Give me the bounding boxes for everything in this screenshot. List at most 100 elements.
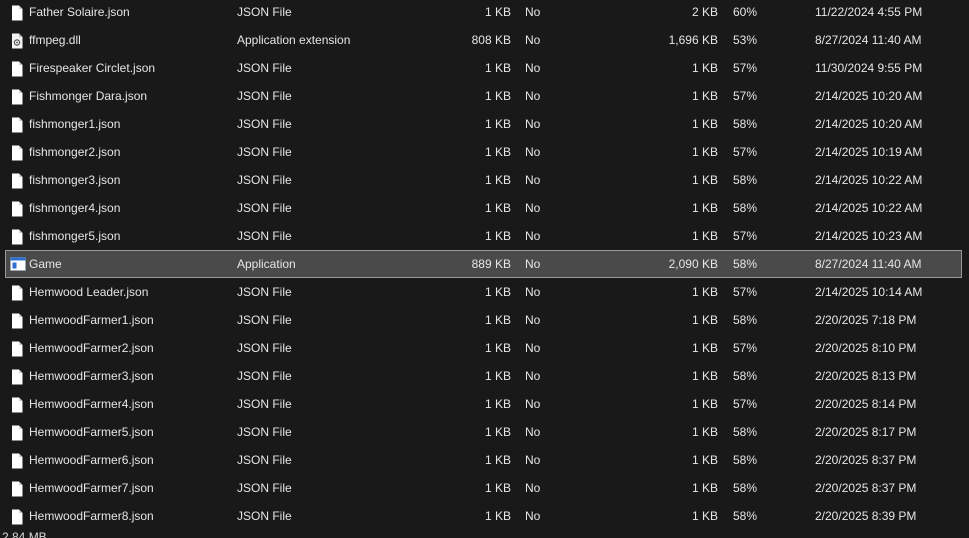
file-type: JSON File bbox=[237, 173, 292, 187]
file-name: HemwoodFarmer8.json bbox=[29, 509, 154, 523]
file-original-size: 1 KB bbox=[691, 341, 718, 355]
file-protected: No bbox=[525, 397, 541, 411]
file-ratio: 58% bbox=[733, 173, 758, 187]
file-date: 2/14/2025 10:20 AM bbox=[815, 117, 923, 131]
file-name: HemwoodFarmer4.json bbox=[29, 397, 154, 411]
file-row[interactable]: HemwoodFarmer4.json JSON File 1 KB No 1 KB 57… bbox=[0, 390, 969, 418]
file-type: JSON File bbox=[237, 89, 292, 103]
file-ratio: 53% bbox=[733, 33, 758, 47]
json-file-icon bbox=[10, 285, 24, 301]
file-name: fishmonger3.json bbox=[29, 173, 121, 187]
file-row-selected[interactable]: Game Application 889 KB No 2,090 KB 58% 8/27/2… bbox=[5, 250, 962, 278]
file-protected: No bbox=[525, 173, 541, 187]
file-list[interactable]: Father Solaire.json JSON File 1 KB No 2 KB 60… bbox=[0, 0, 969, 530]
json-file-icon bbox=[10, 369, 24, 385]
file-name: ffmpeg.dll bbox=[29, 33, 81, 47]
file-protected: No bbox=[525, 61, 541, 75]
file-original-size: 1 KB bbox=[691, 425, 718, 439]
file-protected: No bbox=[525, 117, 541, 131]
file-row[interactable]: HemwoodFarmer3.json JSON File 1 KB No 1 KB 58… bbox=[0, 362, 969, 390]
file-original-size: 1 KB bbox=[691, 229, 718, 243]
file-row[interactable]: fishmonger4.json JSON File 1 KB No 1 KB 58% 2/… bbox=[0, 194, 969, 222]
file-protected: No bbox=[525, 5, 541, 19]
file-name: HemwoodFarmer7.json bbox=[29, 481, 154, 495]
file-original-size: 1 KB bbox=[691, 369, 718, 383]
file-name: Fishmonger Dara.json bbox=[29, 89, 148, 103]
file-row[interactable]: HemwoodFarmer5.json JSON File 1 KB No 1 KB 58… bbox=[0, 418, 969, 446]
file-protected: No bbox=[525, 481, 541, 495]
file-date: 2/20/2025 7:18 PM bbox=[815, 313, 917, 327]
file-ratio: 57% bbox=[733, 285, 758, 299]
file-name: HemwoodFarmer1.json bbox=[29, 313, 154, 327]
file-protected: No bbox=[525, 33, 541, 47]
dll-file-icon bbox=[10, 33, 24, 49]
file-date: 2/20/2025 8:13 PM bbox=[815, 369, 917, 383]
file-original-size: 2 KB bbox=[691, 5, 718, 19]
file-original-size: 1 KB bbox=[691, 89, 718, 103]
file-row[interactable]: Fishmonger Dara.json JSON File 1 KB No 1 KB 5… bbox=[0, 82, 969, 110]
file-type: JSON File bbox=[237, 145, 292, 159]
file-size: 1 KB bbox=[484, 509, 511, 523]
json-file-icon bbox=[10, 173, 24, 189]
file-name: HemwoodFarmer3.json bbox=[29, 369, 154, 383]
file-ratio: 58% bbox=[733, 453, 758, 467]
file-type: JSON File bbox=[237, 117, 292, 131]
json-file-icon bbox=[10, 201, 24, 217]
file-ratio: 58% bbox=[733, 117, 758, 131]
file-date: 8/27/2024 11:40 AM bbox=[815, 33, 922, 47]
file-size: 1 KB bbox=[484, 201, 511, 215]
file-row[interactable]: HemwoodFarmer2.json JSON File 1 KB No 1 KB 57… bbox=[0, 334, 969, 362]
file-name: fishmonger4.json bbox=[29, 201, 121, 215]
file-name: HemwoodFarmer6.json bbox=[29, 453, 154, 467]
json-file-icon bbox=[10, 509, 24, 525]
file-row[interactable]: HemwoodFarmer6.json JSON File 1 KB No 1 KB 58… bbox=[0, 446, 969, 474]
file-row[interactable]: Hemwood Leader.json JSON File 1 KB No 1 KB 57… bbox=[0, 278, 969, 306]
file-row[interactable]: fishmonger1.json JSON File 1 KB No 1 KB 58% 2/… bbox=[0, 110, 969, 138]
file-size: 1 KB bbox=[484, 397, 511, 411]
file-ratio: 57% bbox=[733, 341, 758, 355]
file-name: fishmonger1.json bbox=[29, 117, 121, 131]
file-type: JSON File bbox=[237, 341, 292, 355]
file-ratio: 58% bbox=[733, 369, 758, 383]
file-ratio: 57% bbox=[733, 61, 758, 75]
file-ratio: 57% bbox=[733, 229, 758, 243]
file-type: JSON File bbox=[237, 397, 292, 411]
file-row[interactable]: HemwoodFarmer1.json JSON File 1 KB No 1 KB 58… bbox=[0, 306, 969, 334]
file-date: 11/22/2024 4:55 PM bbox=[815, 5, 923, 19]
file-protected: No bbox=[525, 201, 541, 215]
file-row[interactable]: fishmonger5.json JSON File 1 KB No 1 KB 57% 2/… bbox=[0, 222, 969, 250]
file-original-size: 1 KB bbox=[691, 117, 718, 131]
file-row[interactable]: fishmonger3.json JSON File 1 KB No 1 KB 58% 2/… bbox=[0, 166, 969, 194]
json-file-icon bbox=[10, 481, 24, 497]
file-row[interactable]: HemwoodFarmer7.json JSON File 1 KB No 1 KB 58… bbox=[0, 474, 969, 502]
file-row[interactable]: Father Solaire.json JSON File 1 KB No 2 KB 60… bbox=[0, 0, 969, 26]
file-ratio: 58% bbox=[733, 257, 758, 271]
file-size: 1 KB bbox=[484, 453, 511, 467]
file-size: 1 KB bbox=[484, 425, 511, 439]
file-original-size: 1 KB bbox=[691, 173, 718, 187]
file-type: Application bbox=[237, 257, 296, 271]
file-row[interactable]: HemwoodFarmer8.json JSON File 1 KB No 1 KB 58… bbox=[0, 502, 969, 530]
file-size: 1 KB bbox=[484, 313, 511, 327]
json-file-icon bbox=[10, 117, 24, 133]
file-original-size: 1 KB bbox=[691, 509, 718, 523]
file-row[interactable]: Firespeaker Circlet.json JSON File 1 KB No 1… bbox=[0, 54, 969, 82]
json-file-icon bbox=[10, 5, 24, 21]
file-name: Father Solaire.json bbox=[29, 5, 130, 19]
file-original-size: 1 KB bbox=[691, 201, 718, 215]
file-date: 2/20/2025 8:37 PM bbox=[815, 481, 917, 495]
file-size: 1 KB bbox=[484, 229, 511, 243]
file-size: 1 KB bbox=[484, 173, 511, 187]
file-protected: No bbox=[525, 425, 541, 439]
file-protected: No bbox=[525, 509, 541, 523]
file-type: JSON File bbox=[237, 201, 292, 215]
file-row[interactable]: fishmonger2.json JSON File 1 KB No 1 KB 57% 2/… bbox=[0, 138, 969, 166]
json-file-icon bbox=[10, 61, 24, 77]
file-date: 2/20/2025 8:37 PM bbox=[815, 453, 917, 467]
file-protected: No bbox=[525, 229, 541, 243]
file-original-size: 1 KB bbox=[691, 285, 718, 299]
file-name: HemwoodFarmer5.json bbox=[29, 425, 154, 439]
json-file-icon bbox=[10, 229, 24, 245]
file-row[interactable]: ffmpeg.dll Application extension 808 KB No 1… bbox=[0, 26, 969, 54]
file-original-size: 1 KB bbox=[691, 313, 718, 327]
